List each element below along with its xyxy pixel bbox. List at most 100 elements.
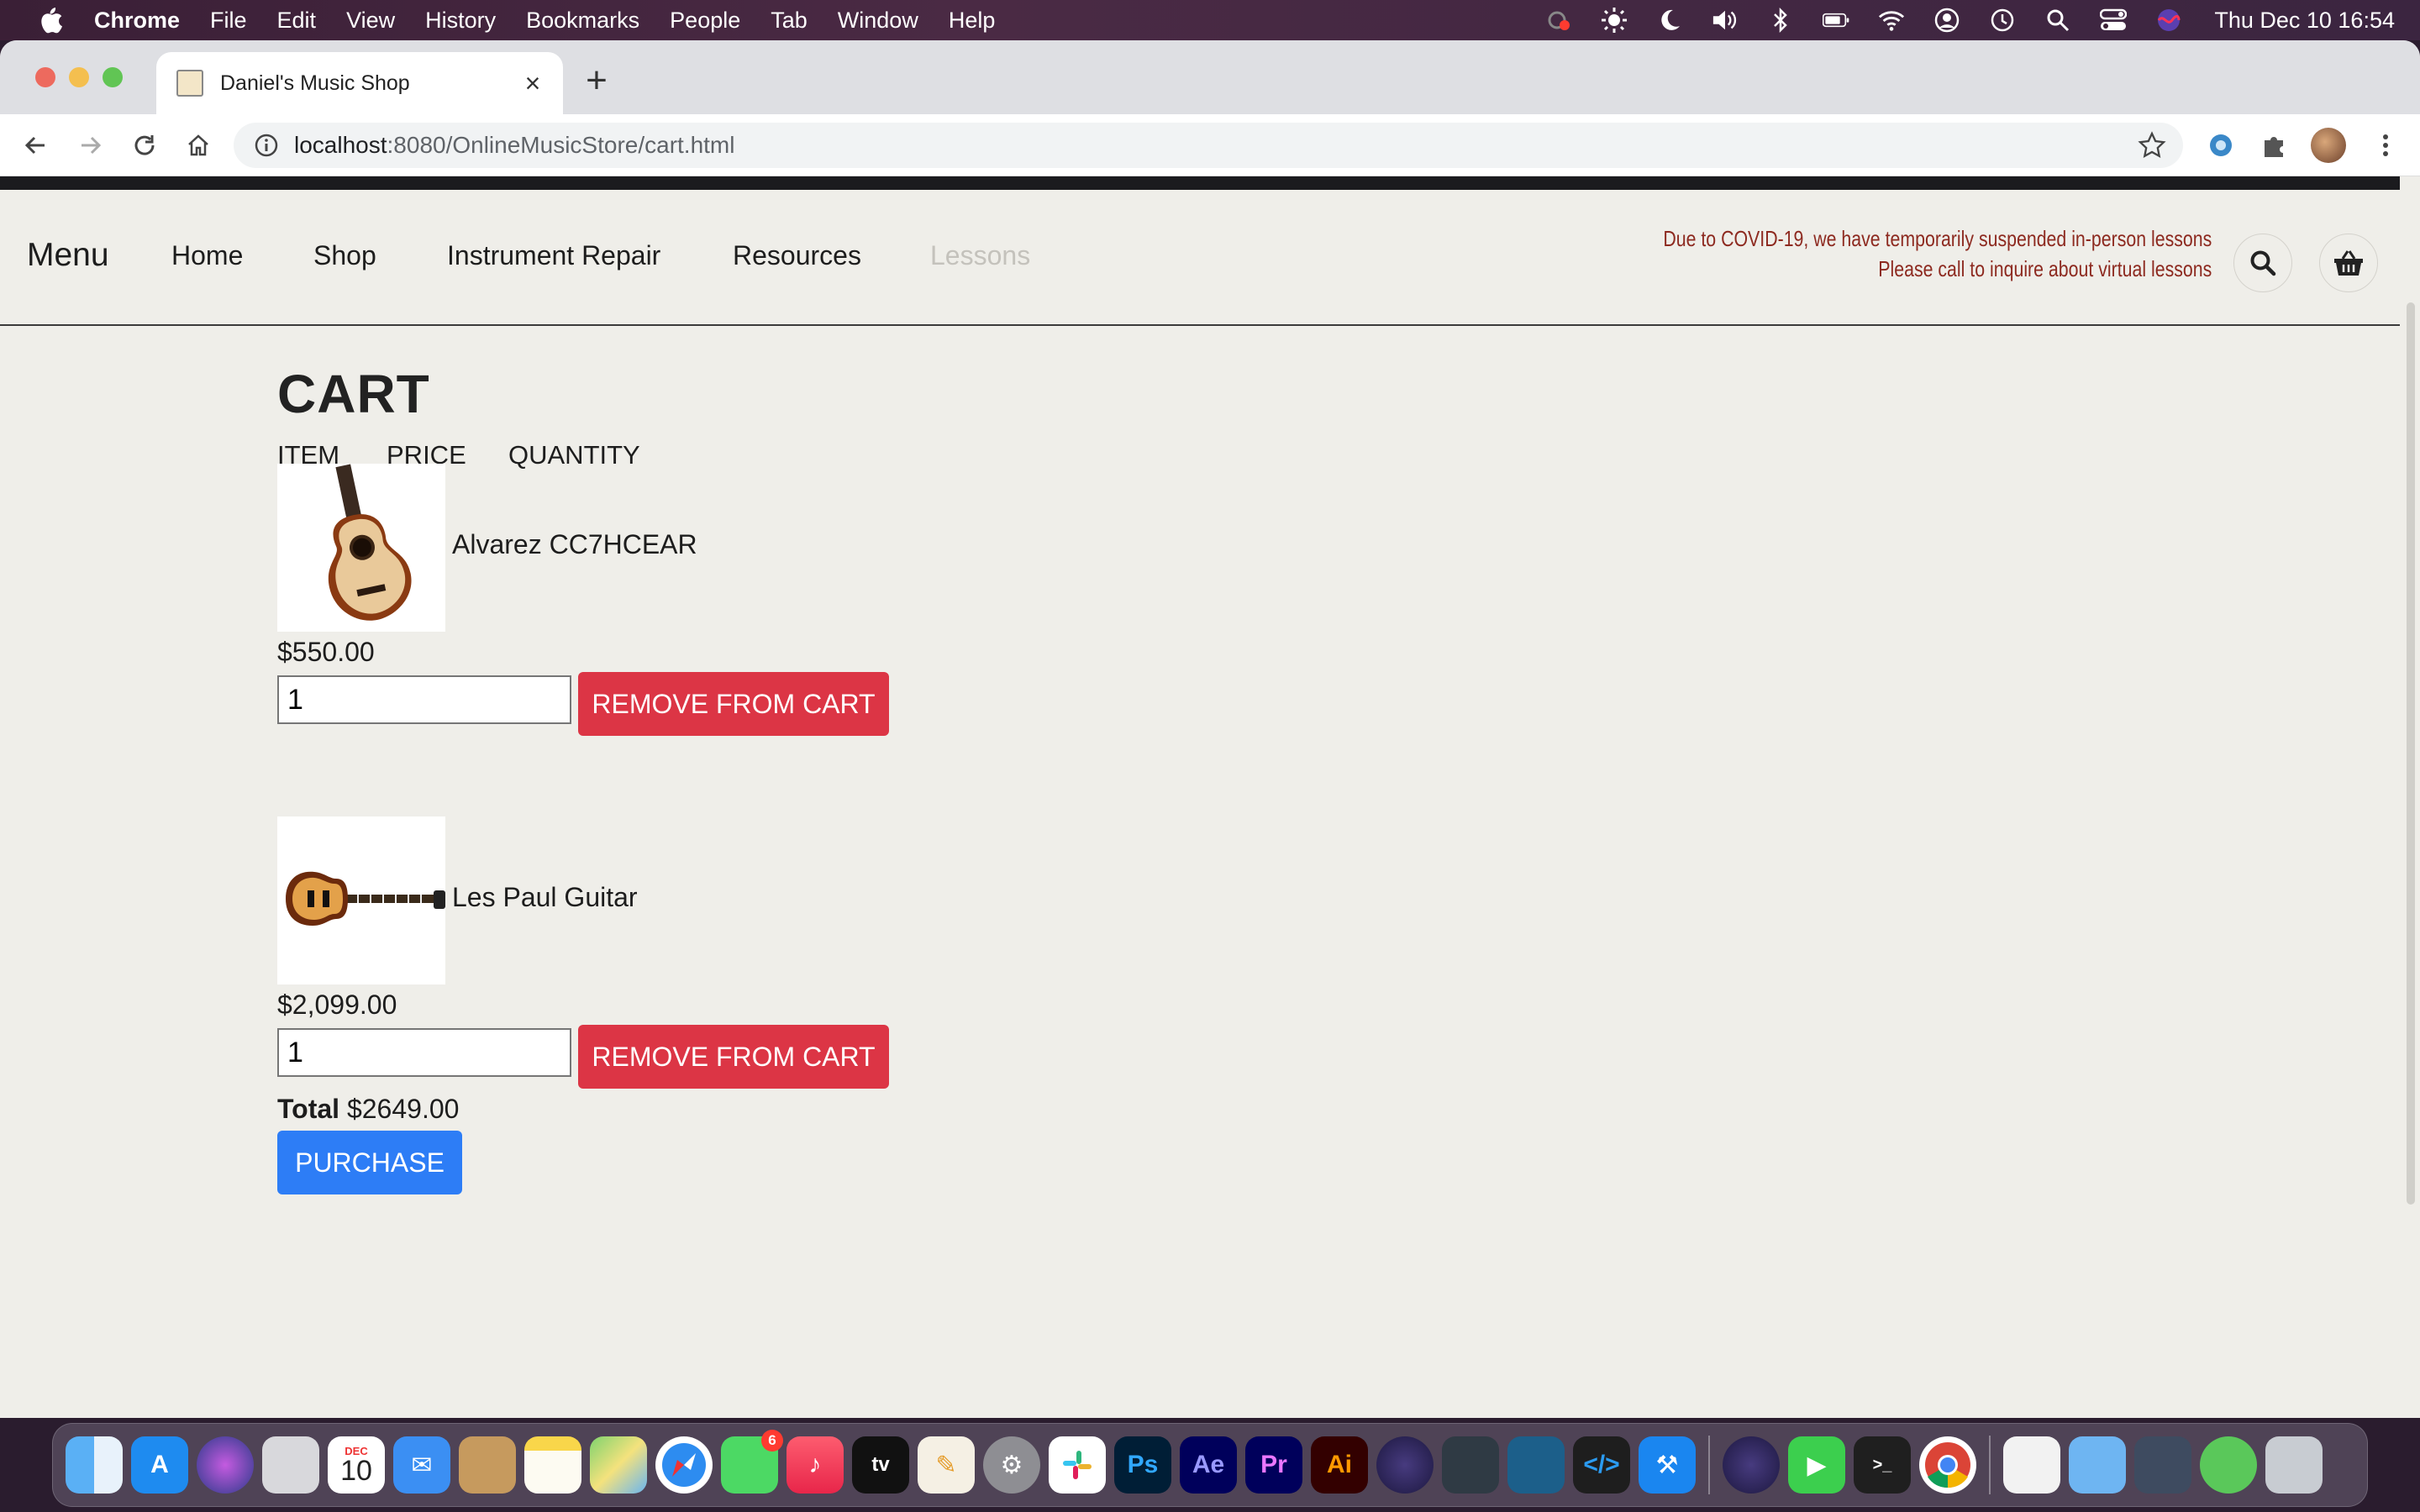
page-scrollbar[interactable] [2400,176,2420,1418]
browser-tab-active[interactable]: Daniel's Music Shop × [156,52,563,114]
maps-icon[interactable] [590,1436,647,1494]
back-arrow-icon[interactable] [17,127,54,164]
battery-icon[interactable] [1823,7,1849,34]
chrome-app-icon[interactable] [1919,1436,1976,1494]
chrome-menu-icon[interactable] [2366,126,2405,165]
info-icon[interactable] [254,133,279,158]
covid-notice-line1: Due to COVID-19, we have temporarily sus… [1663,226,2212,251]
pages-icon[interactable]: ✎ [918,1436,975,1494]
scrollbar-thumb[interactable] [2407,302,2415,1205]
nav-resources[interactable]: Resources [733,240,861,271]
electric-guitar-image[interactable] [277,816,445,984]
site-cart-button[interactable] [2319,234,2378,292]
brightness-icon[interactable] [1601,7,1628,34]
nav-lessons[interactable]: Lessons [930,240,1030,271]
backup-icon[interactable] [2200,1436,2257,1494]
notes-icon[interactable] [524,1436,581,1494]
vscode-icon[interactable]: </> [1573,1436,1630,1494]
wifi-icon[interactable] [1878,7,1905,34]
mysql-workbench-icon[interactable] [1507,1436,1565,1494]
quantity-input-2[interactable] [277,1028,571,1077]
contacts-icon[interactable] [459,1436,516,1494]
nav-instrument-repair[interactable]: Instrument Repair [447,240,660,271]
downloads-folder-icon[interactable] [2069,1436,2126,1494]
pdf-document-icon[interactable] [2003,1436,2060,1494]
covid-notice-line2: Please call to inquire about virtual les… [1877,256,2212,281]
app-store-icon[interactable]: A [131,1436,188,1494]
menu-history[interactable]: History [425,8,496,34]
menu-window[interactable]: Window [838,8,918,34]
cart-item-name-1[interactable]: Alvarez CC7HCEAR [452,529,697,560]
control-center-icon[interactable] [2100,7,2128,34]
site-search-button[interactable] [2233,234,2292,292]
eclipse-alt-icon[interactable] [1723,1436,1780,1494]
forward-arrow-icon[interactable] [72,127,109,164]
finder-icon[interactable] [66,1436,123,1494]
nav-home[interactable]: Home [171,240,243,271]
extensions-puzzle-icon[interactable] [2255,126,2294,165]
calendar-icon[interactable]: DEC 10 [328,1436,385,1494]
eclipse-icon[interactable] [1376,1436,1434,1494]
quantity-input-1[interactable] [277,675,571,724]
menu-help[interactable]: Help [949,8,996,34]
siri-icon[interactable] [2155,7,2182,34]
illustrator-icon[interactable]: Ai [1311,1436,1368,1494]
reload-icon[interactable] [126,127,163,164]
macos-dock: A DEC 10 ✉ 6 ♪ tv ✎ ⚙ Ps Ae Pr Ai </> ⚒ … [52,1423,2368,1507]
apple-icon[interactable] [37,6,64,34]
menu-people[interactable]: People [670,8,740,34]
time-machine-icon[interactable] [1989,7,2016,34]
photoshop-icon[interactable]: Ps [1114,1436,1171,1494]
screenshots-folder-icon[interactable] [2134,1436,2191,1494]
facetime-icon[interactable]: ▶ [1788,1436,1845,1494]
menu-edit[interactable]: Edit [277,8,317,34]
tab-close-icon[interactable]: × [516,66,550,100]
nav-shop[interactable]: Shop [313,240,376,271]
slack-icon[interactable] [1049,1436,1106,1494]
browser-toolbar: localhost:8080/OnlineMusicStore/cart.htm… [0,114,2420,176]
menu-app-name[interactable]: Chrome [94,8,180,34]
acoustic-guitar-image[interactable] [277,464,445,632]
purchase-button[interactable]: PURCHASE [277,1131,462,1194]
safari-icon[interactable] [655,1436,713,1494]
moon-icon[interactable] [1656,7,1683,34]
search-icon[interactable] [2044,7,2071,34]
home-icon[interactable] [180,127,217,164]
bookmark-star-icon[interactable] [2138,131,2166,160]
music-icon[interactable]: ♪ [786,1436,844,1494]
android-studio-icon[interactable] [1442,1436,1499,1494]
terminal-icon[interactable]: >_ [1854,1436,1911,1494]
volume-icon[interactable] [1712,7,1739,34]
menu-view[interactable]: View [346,8,395,34]
extension-gear-icon[interactable] [2202,126,2240,165]
system-preferences-icon[interactable]: ⚙ [983,1436,1040,1494]
siri-app-icon[interactable] [197,1436,254,1494]
menu-bar-clock[interactable]: Thu Dec 10 16:54 [2214,8,2395,34]
new-tab-button[interactable]: + [578,62,615,99]
bluetooth-icon[interactable] [1767,7,1794,34]
url-path: :8080/OnlineMusicStore/cart.html [387,132,735,158]
window-zoom-button[interactable] [103,67,123,87]
profile-avatar[interactable] [2311,128,2346,163]
messages-icon[interactable]: 6 [721,1430,783,1494]
macos-menu-bar: Chrome File Edit View History Bookmarks … [0,0,2420,40]
remove-from-cart-button-2[interactable]: REMOVE FROM CART [578,1025,889,1089]
cart-item-name-2[interactable]: Les Paul Guitar [452,882,638,913]
tv-icon[interactable]: tv [852,1436,909,1494]
remove-from-cart-button-1[interactable]: REMOVE FROM CART [578,672,889,736]
screen-recording-icon[interactable] [1545,7,1572,34]
window-close-button[interactable] [35,67,55,87]
mail-icon[interactable]: ✉ [393,1436,450,1494]
window-minimize-button[interactable] [69,67,89,87]
trash-icon[interactable] [2265,1436,2323,1494]
user-icon[interactable] [1933,7,1960,34]
after-effects-icon[interactable]: Ae [1180,1436,1237,1494]
menu-file[interactable]: File [210,8,247,34]
premiere-icon[interactable]: Pr [1245,1436,1302,1494]
launchpad-icon[interactable] [262,1436,319,1494]
nav-menu-toggle[interactable]: Menu [27,237,109,274]
xcode-icon[interactable]: ⚒ [1639,1436,1696,1494]
menu-tab[interactable]: Tab [771,8,808,34]
menu-bookmarks[interactable]: Bookmarks [526,8,639,34]
address-bar[interactable]: localhost:8080/OnlineMusicStore/cart.htm… [234,123,2183,168]
